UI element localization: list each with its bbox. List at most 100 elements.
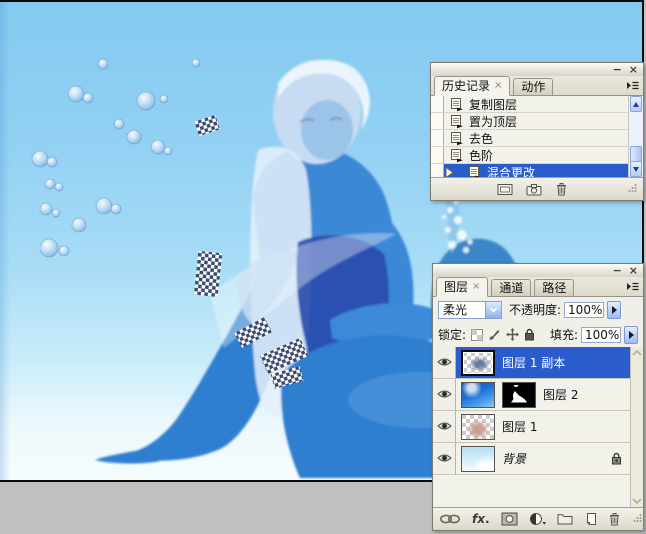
blend-mode-select[interactable]: 柔光: [438, 301, 502, 319]
blend-opacity-row: 柔光 不透明度: 100%: [433, 297, 643, 322]
tab-actions[interactable]: 动作: [513, 78, 553, 95]
layer-row-selected[interactable]: 图层 1 副本: [433, 347, 630, 379]
add-mask-icon[interactable]: [501, 512, 518, 526]
panel-menu-icon[interactable]: [626, 81, 640, 90]
tab-layers-label: 图层: [444, 278, 468, 295]
fill-slider-button[interactable]: [624, 326, 638, 344]
eye-icon: [437, 388, 452, 402]
tab-layers[interactable]: 图层 ×: [436, 277, 488, 297]
history-panel-footer: [431, 177, 643, 200]
history-state-icon: [468, 165, 482, 178]
scroll-down-chevron-icon[interactable]: [632, 498, 642, 504]
opacity-value: 100%: [568, 303, 602, 317]
tab-history[interactable]: 历史记录 ×: [434, 76, 510, 96]
new-doc-from-state-icon[interactable]: [497, 183, 514, 196]
history-scrollbar[interactable]: [628, 96, 643, 177]
tab-close-icon[interactable]: ×: [494, 81, 502, 91]
lock-all-icon[interactable]: [524, 328, 535, 341]
tab-actions-label: 动作: [521, 78, 545, 95]
fx-label: fx: [472, 513, 485, 525]
history-state-icon: [450, 114, 464, 129]
history-brush-source-cell[interactable]: [431, 147, 444, 163]
layer-name: 背景: [502, 450, 526, 467]
history-brush-source-cell[interactable]: [431, 164, 444, 177]
opacity-slider-button[interactable]: [607, 301, 621, 319]
history-brush-source-cell[interactable]: [431, 113, 444, 129]
history-item-label: 混合更改: [487, 164, 535, 178]
lock-label: 锁定:: [438, 326, 466, 343]
scroll-up-button[interactable]: [630, 96, 642, 112]
fill-field[interactable]: 100%: [581, 327, 621, 343]
scroll-down-button[interactable]: [630, 161, 642, 177]
close-button[interactable]: ×: [629, 65, 638, 75]
layer-row[interactable]: 图层 2: [433, 379, 630, 411]
fill-value: 100%: [585, 328, 619, 342]
chevron-down-icon[interactable]: [485, 302, 501, 318]
close-button[interactable]: ×: [629, 266, 638, 276]
eye-icon: [437, 420, 452, 434]
minimize-button[interactable]: −: [613, 266, 622, 276]
layer-name: 图层 1: [502, 418, 537, 435]
layer-name: 图层 2: [543, 386, 578, 403]
history-list: 复制图层 置为顶层 去色 色阶: [431, 96, 643, 177]
new-layer-icon[interactable]: [584, 512, 597, 526]
visibility-cell[interactable]: [433, 347, 456, 378]
fx-dot: .: [485, 512, 490, 526]
layer-thumbnail[interactable]: [461, 414, 495, 440]
layer-name: 图层 1 副本: [502, 354, 565, 371]
history-item-label: 置为顶层: [469, 113, 517, 130]
layer-style-icon[interactable]: fx.: [472, 512, 490, 526]
layers-panel: − × 图层 × 通道 路径 柔光 不透明度: 100% 锁定:: [432, 263, 644, 531]
layer-thumbnail[interactable]: [461, 446, 495, 472]
layer-row[interactable]: 图层 1: [433, 411, 630, 443]
adjustment-layer-icon[interactable]: [529, 512, 546, 526]
new-group-icon[interactable]: [557, 513, 573, 525]
tab-channels[interactable]: 通道: [491, 279, 531, 296]
visibility-cell[interactable]: [433, 443, 456, 474]
resize-grip-icon[interactable]: [632, 512, 642, 526]
history-state-icon: [450, 148, 464, 163]
new-snapshot-icon[interactable]: [526, 183, 543, 196]
history-panel-titlebar[interactable]: − ×: [431, 63, 643, 76]
tab-paths[interactable]: 路径: [534, 279, 574, 296]
layers-list: 图层 1 副本 图层 2: [433, 347, 643, 507]
tab-history-label: 历史记录: [442, 77, 490, 94]
panel-menu-icon[interactable]: [626, 282, 640, 291]
history-item[interactable]: 置为顶层: [431, 113, 628, 130]
layers-scrollbar[interactable]: [630, 347, 643, 507]
layer-thumbnail[interactable]: [461, 350, 495, 376]
layer-mask-thumbnail[interactable]: [502, 382, 536, 408]
visibility-cell[interactable]: [433, 379, 456, 410]
history-brush-source-cell[interactable]: [431, 130, 444, 146]
tab-channels-label: 通道: [499, 279, 523, 296]
history-pointer-icon[interactable]: [445, 167, 454, 177]
water-bubbles: [32, 59, 200, 257]
lock-paint-icon[interactable]: [488, 328, 501, 341]
eye-icon: [437, 452, 452, 466]
layer-thumbnail[interactable]: [461, 382, 495, 408]
lock-transparency-icon[interactable]: [471, 329, 483, 341]
history-item[interactable]: 色阶: [431, 147, 628, 164]
history-item[interactable]: 复制图层: [431, 96, 628, 113]
tab-close-icon[interactable]: ×: [472, 282, 480, 292]
history-state-icon: [450, 97, 464, 112]
tab-paths-label: 路径: [542, 279, 566, 296]
layer-row-background[interactable]: 背景: [433, 443, 630, 475]
link-layers-icon[interactable]: [439, 514, 461, 524]
delete-state-icon[interactable]: [555, 182, 568, 196]
history-item[interactable]: 去色: [431, 130, 628, 147]
lock-move-icon[interactable]: [506, 328, 519, 341]
history-panel-tabs: 历史记录 × 动作: [431, 76, 643, 96]
visibility-cell[interactable]: [433, 411, 456, 442]
delete-layer-icon[interactable]: [608, 512, 621, 526]
opacity-field[interactable]: 100%: [564, 302, 604, 318]
lock-fill-row: 锁定: 填充: 100%: [433, 322, 643, 347]
resize-grip-icon[interactable]: [627, 182, 637, 196]
history-item-selected[interactable]: 混合更改: [431, 164, 628, 177]
history-brush-source-cell[interactable]: [431, 96, 444, 112]
scroll-up-chevron-icon[interactable]: [632, 350, 642, 356]
history-item-label: 色阶: [469, 147, 493, 164]
layers-panel-footer: fx.: [433, 507, 643, 530]
layers-panel-titlebar[interactable]: − ×: [433, 264, 643, 277]
minimize-button[interactable]: −: [613, 65, 622, 75]
